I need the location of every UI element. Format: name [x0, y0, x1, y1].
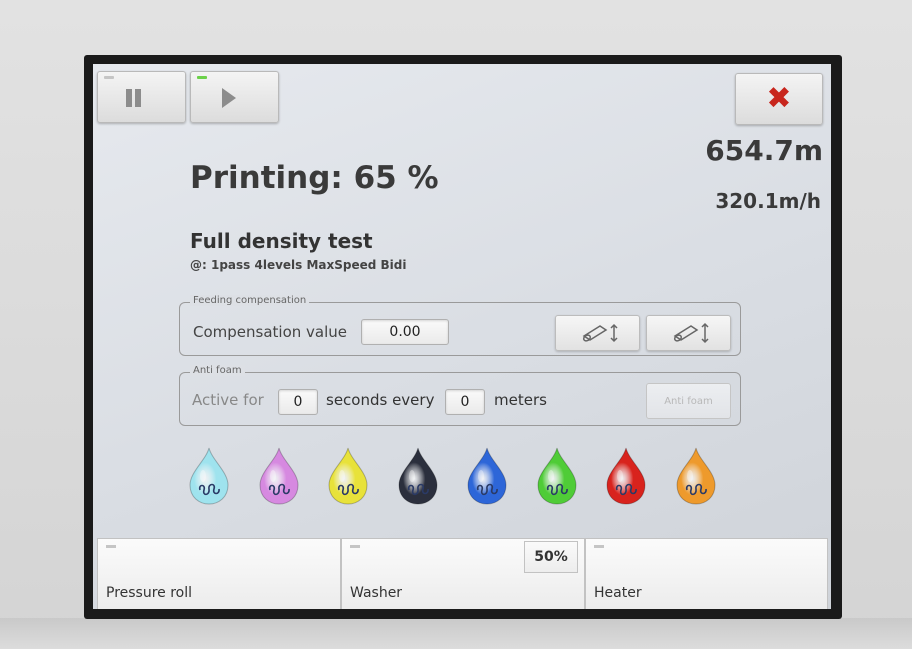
- red-ink-icon: [605, 446, 647, 506]
- anti-foam-seconds-field[interactable]: 0: [278, 389, 318, 415]
- feeding-compensation-group: Feeding compensation Compensation value …: [179, 295, 741, 356]
- print-status: Printing: 65 %: [190, 160, 439, 196]
- heater-button[interactable]: Heater: [585, 538, 828, 609]
- pressure-roll-label: Pressure roll: [106, 585, 193, 601]
- feed-roll-decrease-icon: [582, 323, 618, 343]
- washer-percent: 50%: [524, 541, 578, 573]
- compensation-value-field[interactable]: 0.00: [361, 319, 449, 345]
- feed-decrease-button[interactable]: [555, 315, 640, 351]
- anti-foam-group: Anti foam Active for 0 seconds every 0 m…: [179, 365, 741, 426]
- washer-button[interactable]: 50% Washer: [341, 538, 585, 609]
- close-button[interactable]: ✖: [735, 73, 823, 125]
- job-title: Full density test: [190, 229, 373, 253]
- orange-ink-icon: [675, 446, 717, 506]
- pressure-roll-button[interactable]: Pressure roll: [97, 538, 341, 609]
- washer-label: Washer: [350, 585, 403, 601]
- green-ink-icon: [536, 446, 578, 506]
- play-led: [197, 76, 207, 79]
- anti-foam-legend: Anti foam: [190, 365, 245, 376]
- active-for-label: Active for: [192, 391, 264, 409]
- printed-meters: 654.7m: [705, 134, 823, 167]
- feed-increase-button[interactable]: [646, 315, 731, 351]
- printer-screen: ✖ Printing: 65 % 654.7m 320.1m/h Full de…: [93, 64, 831, 609]
- play-icon: [222, 88, 236, 108]
- print-speed: 320.1m/h: [715, 189, 821, 213]
- pause-icon: [126, 89, 144, 111]
- light-cyan-ink-icon: [188, 446, 230, 506]
- play-button[interactable]: [190, 71, 279, 123]
- light-magenta-ink-icon: [258, 446, 300, 506]
- pause-led: [104, 76, 114, 79]
- compensation-value-label: Compensation value: [193, 323, 347, 341]
- washer-led: [350, 545, 360, 548]
- feeding-compensation-legend: Feeding compensation: [190, 295, 310, 306]
- meters-label: meters: [494, 391, 547, 409]
- anti-foam-button[interactable]: Anti foam: [646, 383, 731, 419]
- anti-foam-meters-field[interactable]: 0: [445, 389, 485, 415]
- feed-roll-increase-icon: [673, 322, 709, 344]
- cyan-ink-icon: [466, 446, 508, 506]
- seconds-every-label: seconds every: [326, 391, 435, 409]
- device-bezel-bottom: [0, 618, 912, 649]
- black-ink-icon: [397, 446, 439, 506]
- heater-led: [594, 545, 604, 548]
- pressure-roll-led: [106, 545, 116, 548]
- pause-button[interactable]: [97, 71, 186, 123]
- print-mode: @: 1pass 4levels MaxSpeed Bidi: [190, 258, 407, 272]
- close-icon: ✖: [766, 81, 792, 116]
- heater-label: Heater: [594, 585, 642, 601]
- yellow-ink-icon: [327, 446, 369, 506]
